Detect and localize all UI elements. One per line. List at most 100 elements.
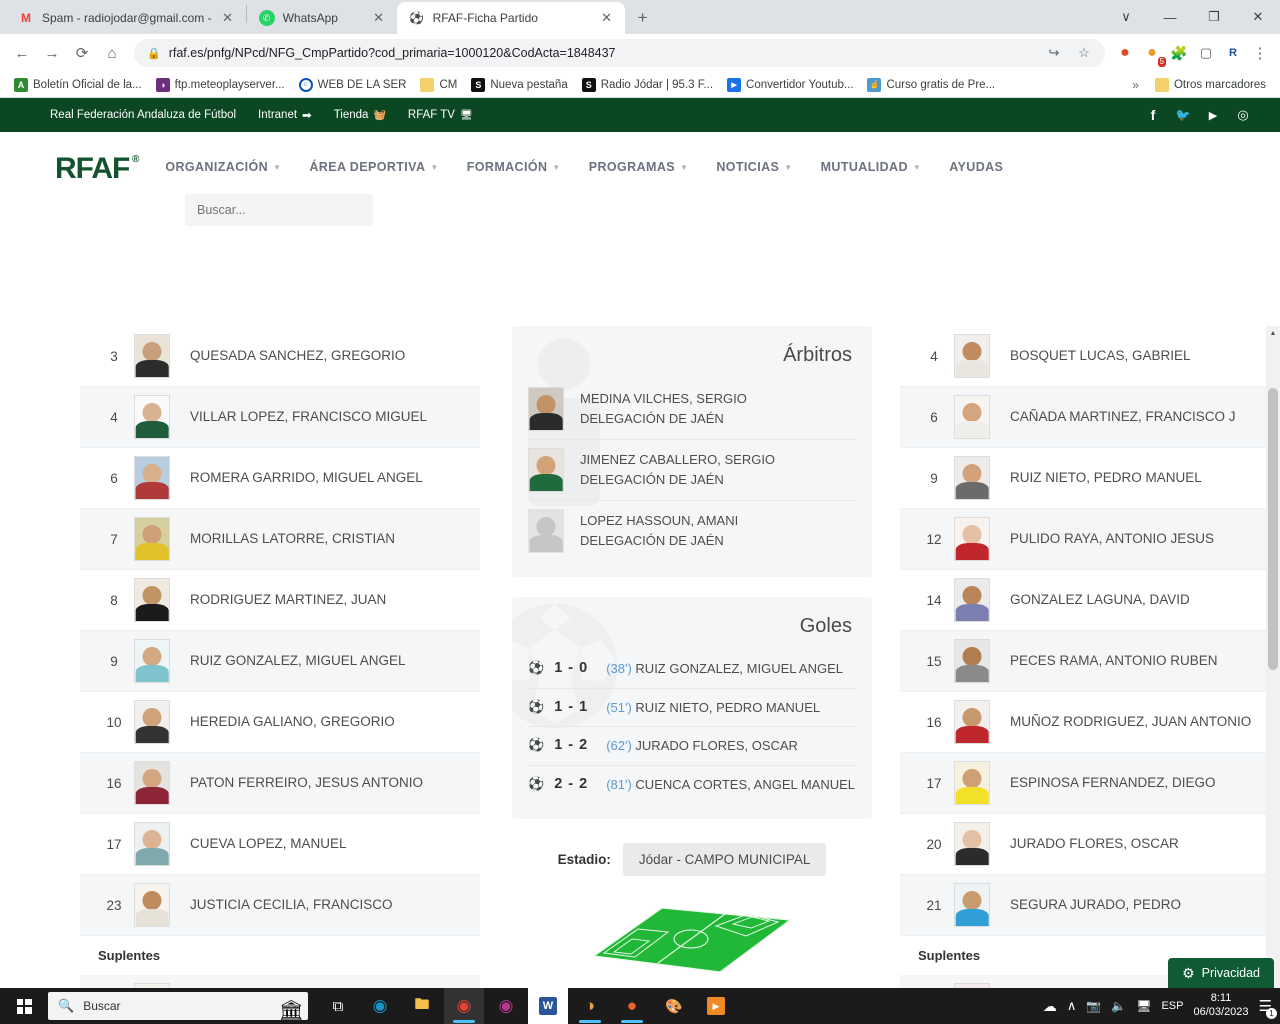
notification-center-icon[interactable]: ☰ 1: [1259, 997, 1277, 1019]
browser-tab-1[interactable]: ✆ WhatsApp ✕: [246, 2, 397, 34]
table-row[interactable]: 21 SEGURA JURADO, PEDRO: [900, 875, 1268, 936]
nav-item-programas[interactable]: PROGRAMAS ▼: [589, 160, 689, 174]
bookmark-item[interactable]: CM: [414, 75, 463, 95]
referee-row[interactable]: LOPEZ HASSOUN, AMANI DELEGACIÓN DE JAÉN: [528, 501, 856, 561]
nav-item-organizacion[interactable]: ORGANIZACIÓN ▼: [165, 160, 281, 174]
scrollbar-thumb[interactable]: [1268, 388, 1278, 670]
other-bookmarks-folder[interactable]: Otros marcadores: [1149, 75, 1272, 95]
reload-icon[interactable]: ⟳: [68, 39, 96, 67]
tienda-link[interactable]: Tienda 🧺: [334, 109, 386, 121]
bookmark-item[interactable]: ☝ Curso gratis de Pre...: [861, 75, 1001, 95]
tray-expand-chevron-icon[interactable]: ∧: [1067, 998, 1077, 1014]
forward-icon[interactable]: →: [38, 39, 66, 67]
instagram-icon[interactable]: ◎: [1236, 107, 1250, 123]
referee-row[interactable]: JIMENEZ CABALLERO, SERGIO DELEGACIÓN DE …: [528, 440, 856, 501]
facebook-icon[interactable]: f: [1146, 107, 1160, 123]
bookmark-item[interactable]: ○ WEB DE LA SER: [293, 75, 413, 95]
taskbar-search-box[interactable]: 🔍 Buscar 🏛: [48, 992, 308, 1020]
table-row[interactable]: 14 GONZALEZ LAGUNA, DAVID: [900, 570, 1268, 631]
bookmark-item[interactable]: S Nueva pestaña: [465, 75, 573, 95]
goal-row[interactable]: ⚽ 1 - 2 (62') JURADO FLORES, OSCAR: [528, 727, 856, 766]
intranet-link[interactable]: Intranet ➡: [258, 108, 312, 122]
stadium-value[interactable]: Jódar - CAMPO MUNICIPAL: [622, 843, 827, 876]
bookmark-item[interactable]: ▶ Convertidor Youtub...: [721, 75, 859, 95]
network-icon[interactable]: 🖥: [1136, 999, 1151, 1013]
audacity-icon[interactable]: ◑: [570, 988, 610, 1024]
share-icon[interactable]: ↪: [1043, 45, 1065, 61]
rfaf-tv-link[interactable]: RFAF TV 🖥: [408, 109, 473, 121]
tab-close-icon[interactable]: ✕: [371, 10, 387, 26]
bookmark-item[interactable]: ◑ ftp.meteoplayserver...: [150, 75, 291, 95]
bookmark-star-icon[interactable]: ☆: [1073, 45, 1095, 61]
table-row[interactable]: 12 PULIDO RAYA, ANTONIO JESUS: [900, 509, 1268, 570]
volume-icon[interactable]: 🔈: [1111, 999, 1126, 1013]
file-explorer-icon[interactable]: 🖿: [402, 988, 442, 1024]
table-row[interactable]: 6 CAÑADA MARTINEZ, FRANCISCO J: [900, 387, 1268, 448]
twitter-icon[interactable]: 🐦: [1176, 108, 1191, 122]
new-tab-button[interactable]: +: [629, 4, 657, 32]
tab-search-chevron-icon[interactable]: ∨: [1104, 1, 1148, 33]
bookmark-item[interactable]: S Radio Jódar | 95.3 F...: [576, 75, 719, 95]
language-indicator[interactable]: ESP: [1161, 1000, 1183, 1012]
table-row[interactable]: 16 PATON FERREIRO, JESUS ANTONIO: [80, 753, 480, 814]
google-chrome-icon[interactable]: ◉: [444, 988, 484, 1024]
microsoft-word-icon[interactable]: W: [528, 988, 568, 1024]
table-row[interactable]: 15 PECES RAMA, ANTONIO RUBEN: [900, 631, 1268, 692]
puzzle-extensions-icon[interactable]: 🧩: [1167, 41, 1191, 65]
nav-item-area-deportiva[interactable]: ÁREA DEPORTIVA ▼: [309, 160, 438, 174]
scroll-up-arrow-icon[interactable]: ▲: [1266, 326, 1280, 340]
tab-close-icon[interactable]: ✕: [220, 10, 236, 26]
camera-icon[interactable]: 📷: [1086, 999, 1101, 1013]
page-scrollbar[interactable]: ▲ ▼: [1266, 326, 1280, 988]
media-player-icon[interactable]: ◉: [486, 988, 526, 1024]
microsoft-edge-icon[interactable]: ◉: [360, 988, 400, 1024]
task-view-icon[interactable]: ⧉: [318, 988, 358, 1024]
table-row[interactable]: 20 JURADO FLORES, OSCAR: [900, 814, 1268, 875]
goal-row[interactable]: ⚽ 1 - 0 (38') RUIZ GONZALEZ, MIGUEL ANGE…: [528, 650, 856, 689]
maximize-button[interactable]: ❐: [1192, 1, 1236, 33]
address-bar[interactable]: 🔒 rfaf.es/pnfg/NPcd/NFG_CmpPartido?cod_p…: [134, 39, 1105, 67]
table-row[interactable]: 25LOPEZ SANCHEZ, FRANCISCO JOSE: [80, 975, 480, 988]
sidepanel-icon[interactable]: ▢: [1194, 41, 1218, 65]
minimize-button[interactable]: —: [1148, 1, 1192, 33]
table-row[interactable]: 23 JUSTICIA CECILIA, FRANCISCO: [80, 875, 480, 936]
table-row[interactable]: 7 MORILLAS LATORRE, CRISTIAN: [80, 509, 480, 570]
nav-item-mutualidad[interactable]: MUTUALIDAD ▼: [821, 160, 922, 174]
referee-row[interactable]: MEDINA VILCHES, SERGIO DELEGACIÓN DE JAÉ…: [528, 379, 856, 440]
rfaf-logo[interactable]: RFAF ®: [55, 152, 139, 186]
table-row[interactable]: 9 RUIZ GONZALEZ, MIGUEL ANGEL: [80, 631, 480, 692]
firefox-icon[interactable]: ●: [612, 988, 652, 1024]
start-button[interactable]: [0, 988, 48, 1024]
browser-tab-2[interactable]: ⚽ RFAF-Ficha Partido ✕: [396, 2, 625, 34]
table-row[interactable]: 17 ESPINOSA FERNANDEZ, DIEGO: [900, 753, 1268, 814]
home-icon[interactable]: ⌂: [98, 39, 126, 67]
nav-item-formacion[interactable]: FORMACIÓN ▼: [467, 160, 561, 174]
close-window-button[interactable]: ✕: [1236, 1, 1280, 33]
radio-jodar-profile-icon[interactable]: R: [1221, 41, 1245, 65]
nav-item-noticias[interactable]: NOTICIAS ▼: [716, 160, 792, 174]
table-row[interactable]: 6 ROMERA GARRIDO, MIGUEL ANGEL: [80, 448, 480, 509]
tab-close-icon[interactable]: ✕: [599, 10, 615, 26]
search-input[interactable]: [185, 194, 373, 226]
table-row[interactable]: 16 MUÑOZ RODRIGUEZ, JUAN ANTONIO: [900, 692, 1268, 753]
bookmarks-overflow-icon[interactable]: »: [1126, 76, 1145, 94]
table-row[interactable]: 4 BOSQUET LUCAS, GABRIEL: [900, 326, 1268, 387]
table-row[interactable]: 4 VILLAR LOPEZ, FRANCISCO MIGUEL: [80, 387, 480, 448]
goal-row[interactable]: ⚽ 2 - 2 (81') CUENCA CORTES, ANGEL MANUE…: [528, 766, 856, 804]
table-row[interactable]: 9 RUIZ NIETO, PEDRO MANUEL: [900, 448, 1268, 509]
adblock-extension-icon[interactable]: ● 5: [1140, 41, 1166, 67]
paint-icon[interactable]: 🎨: [654, 988, 694, 1024]
opera-extension-icon[interactable]: ●: [1113, 41, 1137, 65]
goal-row[interactable]: ⚽ 1 - 1 (51') RUIZ NIETO, PEDRO MANUEL: [528, 689, 856, 727]
table-row[interactable]: 8 RODRIGUEZ MARTINEZ, JUAN: [80, 570, 480, 631]
table-row[interactable]: 10 HEREDIA GALIANO, GREGORIO: [80, 692, 480, 753]
youtube-icon[interactable]: ▶: [1206, 109, 1220, 122]
chrome-menu-icon[interactable]: ⋮: [1248, 41, 1272, 65]
privacy-widget[interactable]: ⚙ Privacidad: [1168, 958, 1274, 988]
table-row[interactable]: 17 CUEVA LOPEZ, MANUEL: [80, 814, 480, 875]
clock[interactable]: 8:11 06/03/2023: [1193, 992, 1248, 1020]
onedrive-cloud-icon[interactable]: ☁: [1043, 998, 1057, 1015]
back-icon[interactable]: ←: [8, 39, 36, 67]
nav-item-ayudas[interactable]: AYUDAS: [949, 160, 1003, 174]
table-row[interactable]: 3 QUESADA SANCHEZ, GREGORIO: [80, 326, 480, 387]
